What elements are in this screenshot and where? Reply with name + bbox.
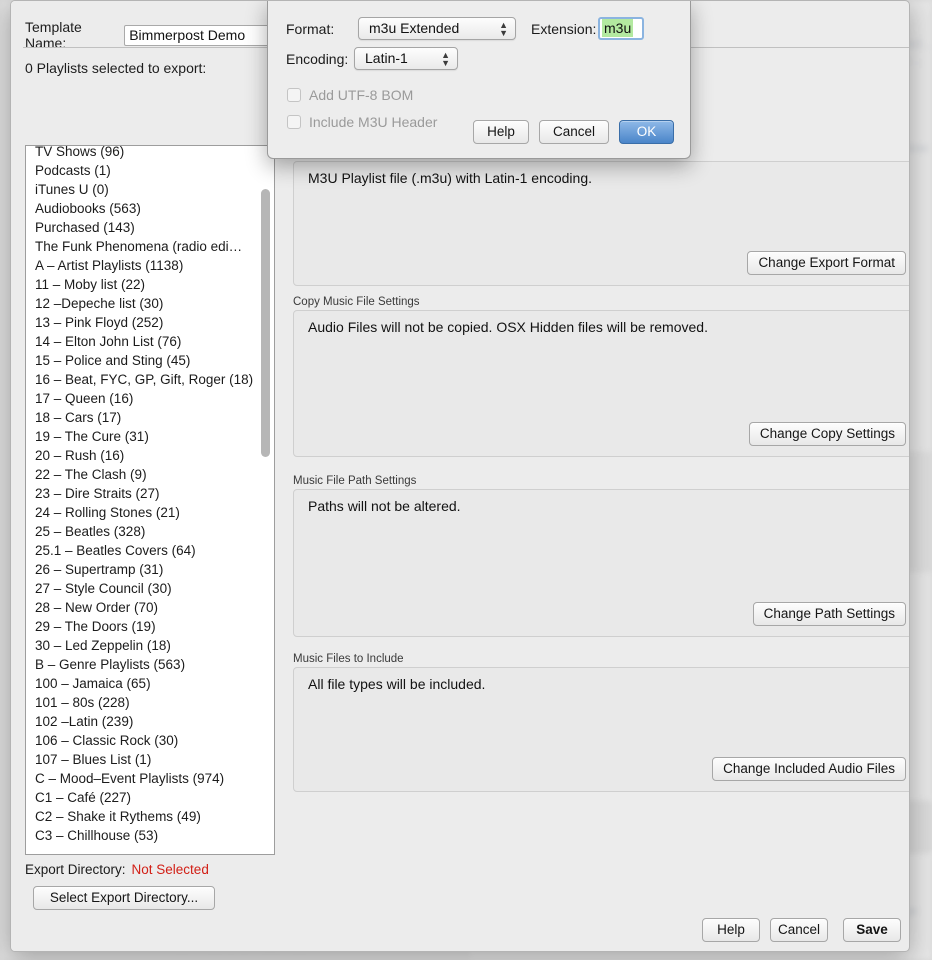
playlist-scrollbar-track[interactable] <box>259 147 273 854</box>
settings-group-include: Music Files to Include All file types wi… <box>293 653 909 792</box>
change-included-audio-files-button[interactable]: Change Included Audio Files <box>712 757 906 781</box>
group-text: All file types will be included. <box>308 676 486 692</box>
playlist-item[interactable]: 26 – Supertramp (31) <box>26 560 274 579</box>
export-directory-row: Export Directory: Not Selected <box>25 862 209 877</box>
help-button[interactable]: Help <box>702 918 760 942</box>
screen: Playlist Export …application that allows… <box>0 0 932 960</box>
select-export-directory-button[interactable]: Select Export Directory... <box>33 886 215 910</box>
playlist-item[interactable]: 23 – Dire Straits (27) <box>26 484 274 503</box>
include-m3u-header-label: Include M3U Header <box>309 114 438 130</box>
include-m3u-header-checkbox-row[interactable]: Include M3U Header <box>287 114 437 130</box>
playlist-item[interactable]: 101 – 80s (228) <box>26 693 274 712</box>
format-label: Format: <box>286 21 335 37</box>
playlist-item[interactable]: C2 – Shake it Rythems (49) <box>26 807 274 826</box>
playlist-list[interactable]: TV Shows (96) Podcasts (1) iTunes U (0) Aud… <box>25 145 275 855</box>
playlist-item[interactable]: TV Shows (96) <box>26 146 274 161</box>
playlist-item[interactable]: 20 – Rush (16) <box>26 446 274 465</box>
group-body: Audio Files will not be copied. OSX Hidd… <box>293 310 909 457</box>
encoding-select-value: Latin-1 <box>365 50 408 66</box>
playlist-item[interactable]: 25 – Beatles (328) <box>26 522 274 541</box>
group-label: Copy Music File Settings <box>293 296 420 308</box>
group-body: All file types will be included. Change … <box>293 667 909 792</box>
add-utf8-bom-checkbox-row[interactable]: Add UTF-8 BOM <box>287 87 413 103</box>
chevron-updown-icon: ▲ ▼ <box>441 49 450 68</box>
playlist-item[interactable]: 22 – The Clash (9) <box>26 465 274 484</box>
playlist-item[interactable]: 15 – Police and Sting (45) <box>26 351 274 370</box>
dialog-ok-button[interactable]: OK <box>619 120 674 144</box>
playlist-item[interactable]: 14 – Elton John List (76) <box>26 332 274 351</box>
playlist-item[interactable]: Purchased (143) <box>26 218 274 237</box>
extension-label: Extension: <box>531 21 597 37</box>
chevron-updown-icon: ▲ ▼ <box>499 19 508 38</box>
change-path-settings-button[interactable]: Change Path Settings <box>752 602 906 626</box>
extension-input[interactable]: m3u <box>598 17 644 40</box>
playlist-item[interactable]: 106 – Classic Rock (30) <box>26 731 274 750</box>
playlist-item[interactable]: C – Mood–Event Playlists (974) <box>26 769 274 788</box>
extension-input-value: m3u <box>602 19 634 37</box>
group-text: Paths will not be altered. <box>308 498 461 514</box>
dialog-cancel-button[interactable]: Cancel <box>539 120 609 144</box>
save-button[interactable]: Save <box>843 918 901 942</box>
playlist-item[interactable]: 102 –Latin (239) <box>26 712 274 731</box>
playlist-item[interactable]: 19 – The Cure (31) <box>26 427 274 446</box>
template-editor-window: Template Name: 0 Playlists selected to e… <box>10 0 910 952</box>
playlist-item[interactable]: 17 – Queen (16) <box>26 389 274 408</box>
group-text: Audio Files will not be copied. OSX Hidd… <box>308 319 708 335</box>
playlist-item[interactable]: A – Artist Playlists (1138) <box>26 256 274 275</box>
playlist-item[interactable]: 29 – The Doors (19) <box>26 617 274 636</box>
playlist-item[interactable]: B – Genre Playlists (563) <box>26 655 274 674</box>
settings-group-copy-music: Copy Music File Settings Audio Files wil… <box>293 296 909 457</box>
playlist-item[interactable]: 30 – Led Zeppelin (18) <box>26 636 274 655</box>
checkbox-icon[interactable] <box>287 115 301 129</box>
playlist-item[interactable]: 12 –Depeche list (30) <box>26 294 274 313</box>
playlist-item[interactable]: 107 – Blues List (1) <box>26 750 274 769</box>
change-export-format-button[interactable]: Change Export Format <box>747 251 906 275</box>
format-select[interactable]: m3u Extended ▲ ▼ <box>358 17 516 40</box>
change-copy-settings-button[interactable]: Change Copy Settings <box>748 422 906 446</box>
encoding-select[interactable]: Latin-1 ▲ ▼ <box>354 47 458 70</box>
playlist-item[interactable]: 13 – Pink Floyd (252) <box>26 313 274 332</box>
playlist-item[interactable]: C3 – Chillhouse (53) <box>26 826 274 845</box>
playlist-item[interactable]: 24 – Rolling Stones (21) <box>26 503 274 522</box>
playlist-item[interactable]: 25.1 – Beatles Covers (64) <box>26 541 274 560</box>
playlist-item[interactable]: The Funk Phenomena (radio edi… <box>26 237 274 256</box>
group-body: Paths will not be altered. Change Path S… <box>293 489 909 637</box>
playlist-item[interactable]: iTunes U (0) <box>26 180 274 199</box>
playlist-item[interactable]: 18 – Cars (17) <box>26 408 274 427</box>
cancel-button[interactable]: Cancel <box>770 918 828 942</box>
export-directory-label: Export Directory: <box>25 862 126 877</box>
playlist-item[interactable]: 16 – Beat, FYC, GP, Gift, Roger (18) <box>26 370 274 389</box>
add-utf8-bom-label: Add UTF-8 BOM <box>309 87 414 103</box>
group-text: M3U Playlist file (.m3u) with Latin-1 en… <box>308 170 593 186</box>
export-directory-value: Not Selected <box>131 862 209 877</box>
settings-group-playlist-format: Playlist Format M3U Playlist file (.m3u)… <box>293 147 909 286</box>
export-format-dialog: Format: m3u Extended ▲ ▼ Extension: m3u E… <box>267 1 691 159</box>
checkbox-icon[interactable] <box>287 88 301 102</box>
playlist-item[interactable]: Podcasts (1) <box>26 161 274 180</box>
group-label: Music File Path Settings <box>293 475 417 487</box>
playlist-item[interactable]: 11 – Moby list (22) <box>26 275 274 294</box>
settings-group-path: Music File Path Settings Paths will not … <box>293 475 909 637</box>
group-label: Music Files to Include <box>293 653 404 665</box>
format-select-value: m3u Extended <box>369 20 460 36</box>
playlist-scrollbar-thumb[interactable] <box>261 189 270 457</box>
dialog-help-button[interactable]: Help <box>473 120 529 144</box>
group-body: M3U Playlist file (.m3u) with Latin-1 en… <box>293 161 909 286</box>
playlist-item[interactable]: Audiobooks (563) <box>26 199 274 218</box>
playlist-item[interactable]: 28 – New Order (70) <box>26 598 274 617</box>
playlist-item[interactable]: 27 – Style Council (30) <box>26 579 274 598</box>
selected-count-label: 0 Playlists selected to export: <box>25 60 207 76</box>
playlist-item[interactable]: C1 – Café (227) <box>26 788 274 807</box>
playlist-item[interactable]: 100 – Jamaica (65) <box>26 674 274 693</box>
encoding-label: Encoding: <box>286 51 349 67</box>
